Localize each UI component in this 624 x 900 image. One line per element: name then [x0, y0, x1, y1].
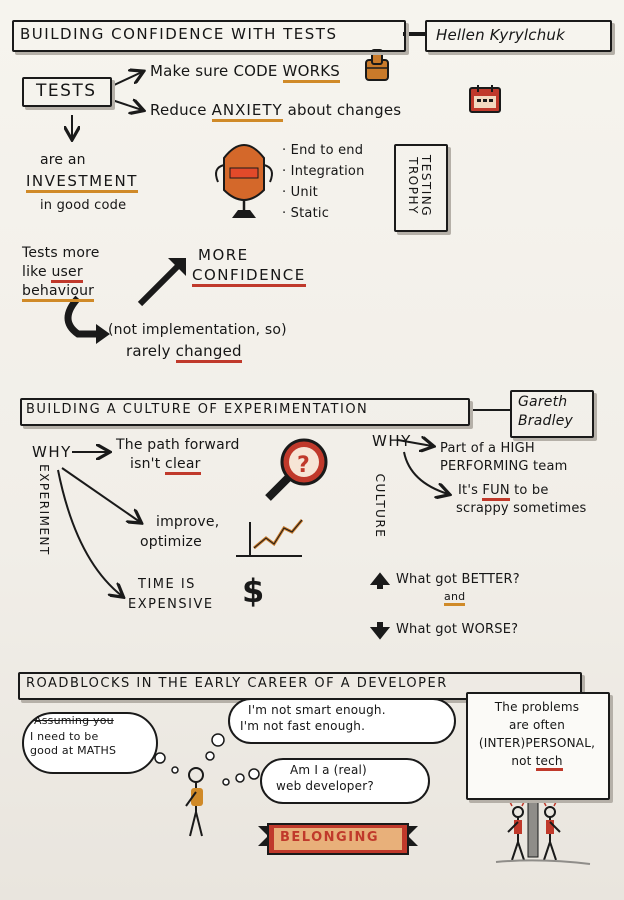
dollar-icon: $ [242, 572, 264, 610]
sketchnote-page: ? $ BUILDING CONFIDENCE WITH TESTS Helle… [0, 0, 624, 900]
trophy-list: · End to end · Integration · Unit · Stat… [282, 143, 365, 221]
arrow-tests-anxiety [111, 100, 142, 110]
belonging-label: BELONGING [280, 830, 380, 845]
curl-arrow [64, 295, 100, 338]
high-performing: Part of a HIGH PERFORMING team [440, 441, 568, 474]
confidence-label: CONFIDENCE [192, 266, 306, 287]
experiment-vertical: EXPERIMENT [37, 464, 51, 556]
more-label: MORE [198, 246, 249, 264]
smart-text: I'm not smart enough. I'm not fast enoug… [240, 703, 386, 733]
better-question: What got BETTER? [396, 572, 520, 587]
and-label: and [444, 590, 466, 606]
calendar-icon [469, 85, 501, 113]
thumbs-up-icon [365, 49, 389, 81]
section1-title: BUILDING CONFIDENCE WITH TESTS [20, 25, 338, 43]
svg-text:$: $ [242, 572, 264, 610]
why-left: WHY [32, 443, 72, 461]
section2-title: BUILDING A CULTURE OF EXPERIMENTATION [26, 402, 369, 417]
maths-text: I need to be good at MATHS [30, 730, 117, 757]
testing-trophy-label: TESTING TROPHY [406, 154, 433, 218]
growth-chart-icon [236, 519, 304, 557]
worse-question: What got WORSE? [396, 622, 519, 637]
struck-text: Assuming you [34, 714, 114, 727]
tests-more-block: Tests more like user behaviour [22, 244, 100, 302]
investment: INVESTMENT [26, 172, 138, 193]
why-right: WHY [372, 432, 412, 450]
tests-label: TESTS [36, 81, 97, 101]
improve-optimize: improve, optimize [140, 514, 220, 550]
are-an: are an [40, 152, 86, 168]
path-forward: The path forward isn't clear [116, 436, 240, 475]
arrow-tests-works [111, 72, 142, 87]
section3-title: ROADBLOCKS IN THE EARLY CAREER OF A DEVE… [26, 676, 448, 691]
arrow-up-icon [369, 572, 391, 585]
rarely-changed: rarely changed [126, 342, 242, 363]
fun-scrappy: It's FUN to be scrappy sometimes [456, 483, 587, 516]
magnifier-question-icon: ? [265, 438, 328, 501]
in-good-code: in good code [40, 198, 127, 213]
real-dev-text: Am I a (real) web developer? [276, 763, 374, 793]
works-line: Make sure CODE WORKS [150, 62, 340, 83]
speaker1-name: Hellen Kyrylchuk [436, 26, 566, 44]
speaker2-name: Gareth Bradley [518, 394, 574, 429]
svg-text:?: ? [297, 453, 310, 478]
anxiety-line: Reduce ANXIETY about changes [150, 101, 401, 122]
person-icon [185, 767, 204, 837]
trophy-icon [215, 144, 273, 218]
sign-text: The problems are often (INTER)PERSONAL, … [478, 698, 596, 771]
arrow-down-icon [369, 627, 391, 640]
time-expensive: TIME IS EXPENSIVE [128, 577, 214, 612]
crowd-icon [495, 801, 591, 865]
not-implementation: (not implementation, so) [108, 322, 287, 338]
culture-vertical: CULTURE [373, 473, 387, 539]
